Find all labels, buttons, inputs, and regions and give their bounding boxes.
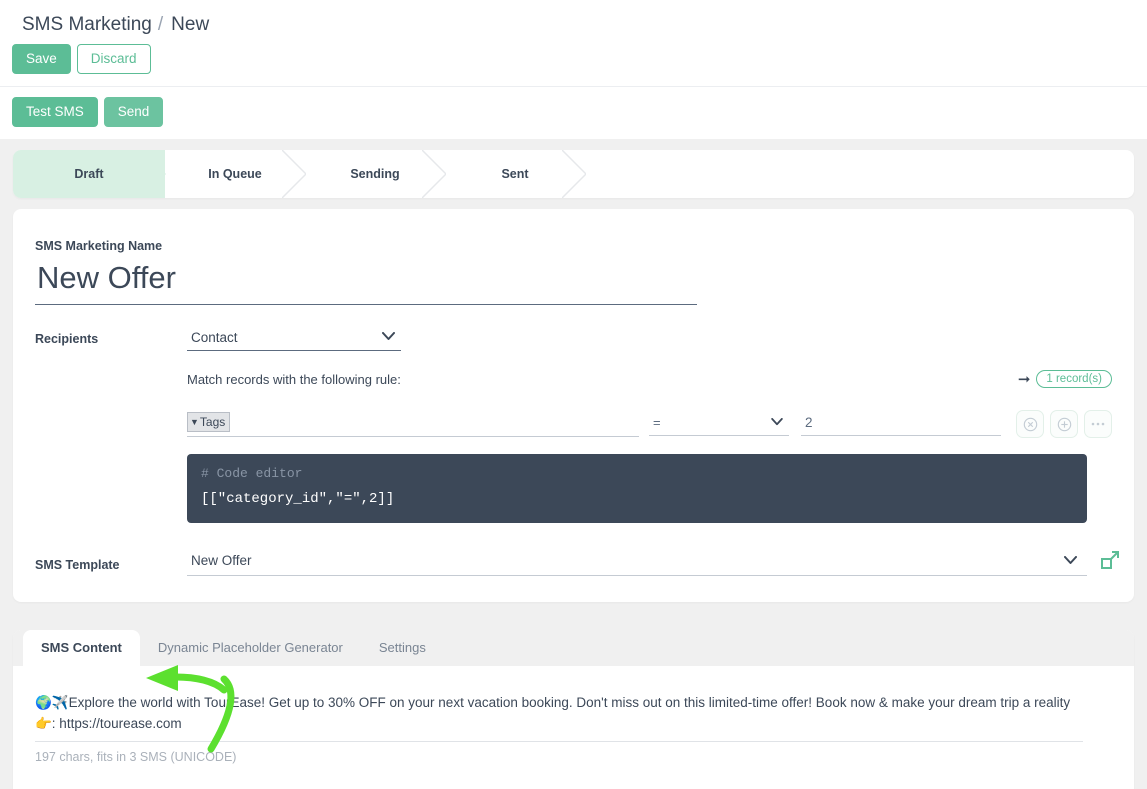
statusbar-stage-sent[interactable]: Sent: [445, 150, 585, 198]
internal-link-expand-button[interactable]: [1099, 549, 1121, 576]
breadcrumb-root[interactable]: SMS Marketing: [22, 14, 152, 36]
sms-marketing-name-group: SMS Marketing Name: [35, 239, 1112, 305]
rule-field-wrap: ▼ Tags: [187, 412, 639, 437]
stage-chevron-icon: [282, 150, 306, 198]
tab-panel-sms-content: 🌍✈️Explore the world with TourEase! Get …: [13, 666, 1134, 789]
sms-char-count: 197 chars, fits in 3 SMS (UNICODE): [35, 750, 1112, 764]
breadcrumb-current: New: [171, 14, 209, 36]
save-button[interactable]: Save: [12, 44, 71, 74]
arrow-right-icon: ➞: [1018, 372, 1031, 387]
sms-template-row: SMS Template New Offer: [35, 549, 1112, 602]
breadcrumb: SMS Marketing / New: [0, 0, 1147, 36]
more-options-button[interactable]: [1084, 410, 1112, 438]
remove-node-button[interactable]: [1016, 410, 1044, 438]
tab-settings[interactable]: Settings: [361, 630, 444, 666]
rule-hint-row: Match records with the following rule: ➞…: [187, 370, 1112, 388]
internal-link-expand-icon: [1099, 549, 1121, 571]
notebook-card: SMS Content Dynamic Placeholder Generato…: [13, 630, 1134, 789]
recipients-select-wrap: Contact: [187, 327, 401, 351]
recipients-select[interactable]: Contact: [187, 327, 401, 350]
test-sms-button[interactable]: Test SMS: [12, 97, 98, 127]
more-options-icon: [1090, 421, 1106, 427]
sms-template-select-wrap: New Offer: [187, 550, 1087, 576]
add-node-button[interactable]: [1050, 410, 1078, 438]
sms-marketing-name-label: SMS Marketing Name: [35, 239, 1112, 253]
add-node-icon: [1057, 417, 1072, 432]
caret-down-icon: ▼: [190, 416, 199, 428]
stage-chevron-icon: [422, 150, 446, 198]
tab-sms-content[interactable]: SMS Content: [23, 630, 140, 666]
statusbar-stage-draft[interactable]: Draft: [13, 150, 165, 198]
record-count-badge[interactable]: 1 record(s): [1036, 370, 1112, 388]
rule-value-wrap: [801, 413, 1001, 436]
statusbar-stage-sending[interactable]: Sending: [305, 150, 445, 198]
recipients-row: Recipients Contact Match records with th…: [35, 327, 1112, 523]
sms-action-bar: Test SMS Send: [0, 86, 1147, 139]
rule-operator-wrap: =: [649, 413, 789, 436]
tab-dynamic-placeholder-generator[interactable]: Dynamic Placeholder Generator: [140, 630, 361, 666]
rule-hint-text: Match records with the following rule:: [187, 372, 401, 387]
stage-label: Sending: [350, 167, 399, 181]
rule-action-buttons: [1016, 410, 1112, 438]
sms-content-textarea[interactable]: 🌍✈️Explore the world with TourEase! Get …: [35, 692, 1083, 742]
stage-label: In Queue: [208, 167, 261, 181]
send-button[interactable]: Send: [104, 97, 164, 127]
control-panel: SMS Marketing / New Save Discard Test SM…: [0, 0, 1147, 139]
statusbar-stage-in-queue[interactable]: In Queue: [165, 150, 305, 198]
remove-node-icon: [1023, 417, 1038, 432]
breadcrumb-separator: /: [158, 14, 163, 36]
record-action-bar: Save Discard: [0, 36, 1147, 86]
rule-field-value: Tags: [200, 414, 225, 430]
code-editor[interactable]: # Code editor [["category_id","=",2]]: [187, 454, 1087, 523]
code-editor-value: [["category_id","=",2]]: [201, 491, 1073, 507]
rule-operator-select[interactable]: =: [649, 413, 789, 435]
rule-value-input[interactable]: [801, 413, 1001, 435]
sms-template-label: SMS Template: [35, 553, 187, 572]
sms-template-select[interactable]: New Offer: [187, 550, 1087, 575]
stage-chevron-icon: [142, 150, 166, 198]
rule-field-select[interactable]: ▼ Tags: [187, 412, 230, 432]
stage-label: Sent: [501, 167, 528, 181]
sms-marketing-name-input[interactable]: [35, 258, 697, 305]
domain-rule-row: ▼ Tags =: [187, 410, 1112, 438]
statusbar: Draft In Queue Sending Sent: [13, 150, 1134, 198]
stage-label: Draft: [74, 167, 103, 181]
stage-chevron-icon: [562, 150, 586, 198]
code-editor-comment: # Code editor: [201, 466, 1073, 481]
discard-button[interactable]: Discard: [77, 44, 151, 74]
record-form-card: SMS Marketing Name Recipients Contact Ma…: [13, 209, 1134, 602]
recipients-label: Recipients: [35, 327, 187, 346]
tabbar: SMS Content Dynamic Placeholder Generato…: [13, 630, 1134, 666]
